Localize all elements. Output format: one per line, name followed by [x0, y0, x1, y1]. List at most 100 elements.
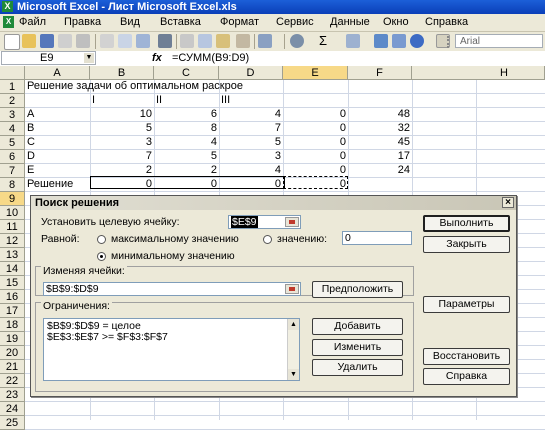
font-name-box[interactable]: Arial — [447, 34, 543, 48]
dialog-title-bar[interactable]: Поиск решения × — [31, 196, 516, 210]
cell-d6[interactable]: 3 — [219, 149, 283, 163]
menu-window[interactable]: Окно — [383, 15, 409, 30]
row-header-11[interactable]: 11 — [0, 220, 25, 234]
help-button[interactable]: Справка — [423, 368, 510, 385]
solve-button[interactable]: Выполнить — [423, 215, 510, 232]
cell-e6[interactable]: 0 — [283, 149, 348, 163]
row-header-1[interactable]: 1 — [0, 80, 25, 94]
row-header-21[interactable]: 21 — [0, 360, 25, 374]
row-header-2[interactable]: 2 — [0, 94, 25, 108]
print-icon[interactable] — [100, 34, 114, 48]
chevron-up-icon[interactable]: ▲ — [288, 319, 299, 330]
row-header-22[interactable]: 22 — [0, 374, 25, 388]
row-header-13[interactable]: 13 — [0, 248, 25, 262]
menu-edit[interactable]: Правка — [64, 15, 101, 30]
cell-b5[interactable]: 3 — [90, 135, 154, 149]
column-header-f[interactable]: F — [348, 66, 412, 80]
autosum-icon[interactable]: Σ — [316, 34, 330, 48]
menu-tools[interactable]: Сервис — [276, 15, 314, 30]
row-header-8[interactable]: 8 — [0, 178, 25, 192]
constraints-list[interactable]: $B$9:$D$9 = целое $E$3:$E$7 >= $F$3:$F$7… — [43, 318, 300, 381]
row-header-7[interactable]: 7 — [0, 164, 25, 178]
guess-button[interactable]: Предположить — [312, 281, 403, 298]
cell-a5[interactable]: C — [27, 135, 35, 149]
row-header-5[interactable]: 5 — [0, 136, 25, 150]
row-header-10[interactable]: 10 — [0, 206, 25, 220]
close-icon[interactable]: × — [502, 197, 514, 208]
cell-a1-title[interactable]: Решение задачи об оптимальном раскрое — [27, 79, 243, 93]
copy-icon[interactable] — [198, 34, 212, 48]
cell-e4[interactable]: 0 — [283, 121, 348, 135]
new-file-icon[interactable] — [4, 34, 20, 50]
cell-a9[interactable]: Решение — [27, 177, 73, 191]
workbook-icon[interactable]: X — [3, 16, 14, 28]
row-header-6[interactable]: 6 — [0, 150, 25, 164]
cell-c6[interactable]: 5 — [154, 149, 219, 163]
drawing-icon[interactable] — [392, 34, 406, 48]
radio-value[interactable] — [263, 235, 272, 244]
menu-view[interactable]: Вид — [120, 15, 140, 30]
cell-c5[interactable]: 4 — [154, 135, 219, 149]
chevron-down-icon[interactable]: ▼ — [84, 53, 94, 63]
menu-data[interactable]: Данные — [330, 15, 370, 30]
chevron-down-icon[interactable]: ▼ — [288, 369, 299, 380]
options-button[interactable]: Параметры — [423, 296, 510, 313]
close-button[interactable]: Закрыть — [423, 236, 510, 253]
cell-f5[interactable]: 45 — [348, 135, 412, 149]
menu-insert[interactable]: Вставка — [160, 15, 201, 30]
menu-help[interactable]: Справка — [425, 15, 468, 30]
cell-d4[interactable]: 7 — [219, 121, 283, 135]
cell-d2[interactable]: III — [221, 93, 230, 107]
row-header-24[interactable]: 24 — [0, 402, 25, 416]
radio-max-label[interactable]: максимальному значению — [111, 233, 239, 246]
column-header-d[interactable]: D — [219, 66, 283, 80]
email-icon[interactable] — [76, 34, 90, 48]
cell-e5[interactable]: 0 — [283, 135, 348, 149]
cell-f6[interactable]: 17 — [348, 149, 412, 163]
reset-all-button[interactable]: Восстановить — [423, 348, 510, 365]
name-box[interactable]: E9 ▼ — [1, 51, 96, 65]
spelling-icon[interactable] — [136, 34, 150, 48]
column-header-a[interactable]: A — [25, 66, 90, 80]
cell-a4[interactable]: B — [27, 121, 34, 135]
row-header-18[interactable]: 18 — [0, 318, 25, 332]
row-header-3[interactable]: 3 — [0, 108, 25, 122]
cell-e7[interactable]: 0 — [283, 163, 348, 177]
change-button[interactable]: Изменить — [312, 339, 403, 356]
cell-c2[interactable]: II — [156, 93, 162, 107]
cell-c4[interactable]: 8 — [154, 121, 219, 135]
column-header-c[interactable]: C — [154, 66, 219, 80]
column-header-e[interactable]: E — [283, 66, 348, 80]
cell-b2[interactable]: I — [92, 93, 95, 107]
format-painter-icon[interactable] — [236, 34, 250, 48]
cell-d5[interactable]: 5 — [219, 135, 283, 149]
constraints-scrollbar[interactable]: ▲ ▼ — [287, 319, 299, 380]
radio-min[interactable] — [97, 252, 106, 261]
row-header-4[interactable]: 4 — [0, 122, 25, 136]
row-header-9[interactable]: 9 — [0, 192, 25, 206]
row-header-14[interactable]: 14 — [0, 262, 25, 276]
select-all-corner[interactable] — [0, 66, 25, 80]
target-cell-input[interactable]: $E$9 — [228, 215, 301, 229]
permission-icon[interactable] — [58, 34, 72, 48]
paste-icon[interactable] — [216, 34, 230, 48]
cell-c3[interactable]: 6 — [154, 107, 219, 121]
column-header-b[interactable]: B — [90, 66, 154, 80]
add-button[interactable]: Добавить — [312, 318, 403, 335]
cell-a7[interactable]: E — [27, 163, 34, 177]
toolbar-grip[interactable] — [447, 36, 455, 48]
help-icon[interactable] — [410, 34, 424, 48]
menu-format[interactable]: Формат — [220, 15, 259, 30]
cell-b7[interactable]: 2 — [90, 163, 154, 177]
row-header-25[interactable]: 25 — [0, 416, 25, 430]
cell-d3[interactable]: 4 — [219, 107, 283, 121]
delete-button[interactable]: Удалить — [312, 359, 403, 376]
changing-cells-input[interactable]: $B$9:$D$9 — [43, 282, 301, 296]
cell-c7[interactable]: 2 — [154, 163, 219, 177]
row-header-12[interactable]: 12 — [0, 234, 25, 248]
cell-d7[interactable]: 4 — [219, 163, 283, 177]
hyperlink-icon[interactable] — [290, 34, 304, 48]
cell-b4[interactable]: 5 — [90, 121, 154, 135]
menu-file[interactable]: Файл — [19, 15, 46, 30]
chart-wizard-icon[interactable] — [374, 34, 388, 48]
